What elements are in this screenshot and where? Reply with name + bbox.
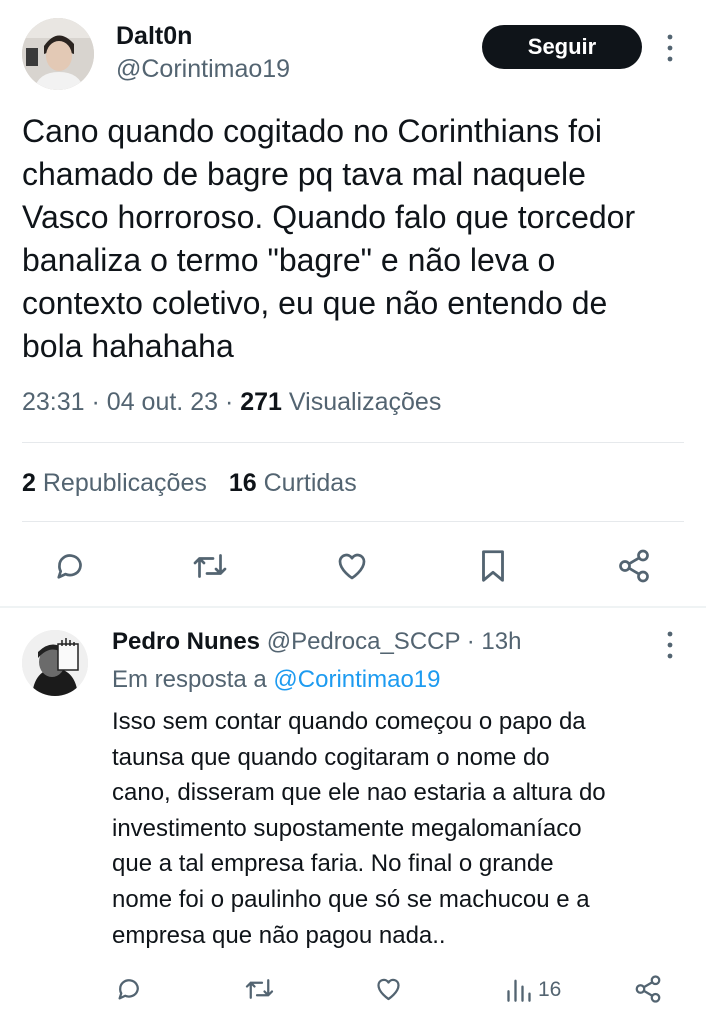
reply-author-name[interactable]: Pedro Nunes: [112, 628, 260, 655]
tweet-text: Cano quando cogitado no Corinthians foi …: [22, 113, 636, 364]
divider: [22, 442, 684, 443]
tweet-metadata: 23:31 · 04 out. 23 · 271 Visualizações: [22, 388, 441, 417]
likes-stat[interactable]: 16 Curtidas: [229, 469, 357, 497]
author-name[interactable]: Dalt0n: [116, 22, 192, 51]
repost-icon[interactable]: [243, 974, 276, 1004]
views-count: 271: [240, 388, 282, 416]
meta-separator: ·: [91, 388, 107, 416]
reply-views-count: 16: [538, 978, 562, 1001]
likes-label: Curtidas: [263, 469, 357, 497]
reply-author-handle[interactable]: @Pedroca_SCCP: [267, 628, 460, 655]
follow-button[interactable]: Seguir: [482, 25, 642, 69]
views-icon[interactable]: [505, 976, 533, 1002]
reposts-stat[interactable]: 2 Republicações: [22, 469, 207, 497]
share-icon[interactable]: [616, 548, 652, 584]
engagement-stats: 2 Republicações 16 Curtidas: [22, 469, 357, 498]
bookmark-icon[interactable]: [476, 547, 510, 585]
header-separator: ·: [460, 628, 482, 655]
reply-icon[interactable]: [114, 974, 144, 1004]
replying-to-mention[interactable]: @Corintimao19: [273, 666, 440, 693]
repost-icon[interactable]: [190, 548, 230, 584]
likes-count: 16: [228, 469, 257, 497]
author-handle[interactable]: @Corintimao19: [116, 55, 290, 84]
like-icon[interactable]: [333, 548, 371, 584]
reposts-count: 2: [22, 469, 36, 497]
tweet-date[interactable]: 04 out. 23: [107, 388, 218, 416]
reposts-label: Republicações: [42, 469, 207, 497]
replying-to-label: Em resposta a: [112, 666, 267, 693]
views-label: Visualizações: [288, 388, 442, 416]
divider: [22, 521, 684, 522]
avatar[interactable]: [22, 18, 94, 90]
reply-tweet: Pedro Nunes @Pedroca_SCCP · 13h Em respo…: [0, 608, 706, 1024]
reply-icon[interactable]: [52, 548, 88, 584]
like-icon[interactable]: [373, 974, 404, 1004]
more-options-icon[interactable]: [665, 33, 675, 63]
tweet-time[interactable]: 23:31: [22, 388, 85, 416]
share-icon[interactable]: [633, 974, 663, 1004]
more-options-icon[interactable]: [665, 630, 675, 660]
reply-text: Isso sem contar quando começou o papo da…: [112, 708, 606, 949]
reply-header: Pedro Nunes @Pedroca_SCCP · 13h: [112, 628, 521, 656]
reply-avatar[interactable]: [22, 630, 88, 696]
meta-separator: ·: [224, 388, 241, 416]
reply-age[interactable]: 13h: [481, 628, 521, 655]
replying-to: Em resposta a @Corintimao19: [112, 666, 441, 694]
main-tweet: Dalt0n @Corintimao19 Seguir Cano quando …: [0, 0, 706, 606]
